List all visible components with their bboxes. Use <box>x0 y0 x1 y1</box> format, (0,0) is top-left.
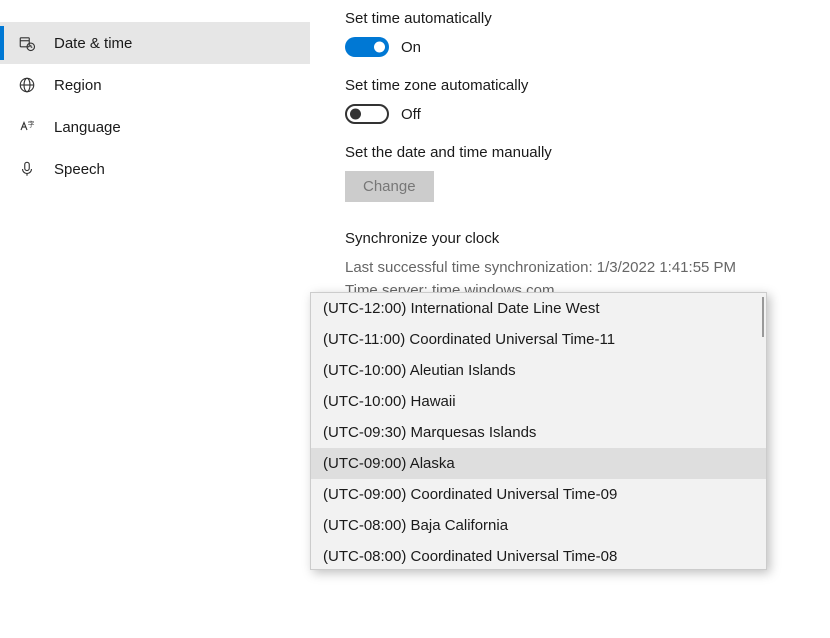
timezone-option[interactable]: (UTC-10:00) Hawaii <box>311 386 766 417</box>
timezone-option-selected[interactable]: (UTC-09:00) Alaska <box>311 448 766 479</box>
set-timezone-automatically-block: Set time zone automatically Off <box>345 77 790 124</box>
sidebar-item-label: Speech <box>54 161 105 178</box>
last-sync-text: Last successful time synchronization: 1/… <box>345 257 790 280</box>
timezone-dropdown[interactable]: (UTC-12:00) International Date Line West… <box>310 292 767 570</box>
sidebar-item-label: Date & time <box>54 35 132 52</box>
settings-sidebar: Date & time Region 字 Language <box>0 0 310 638</box>
set-time-auto-toggle-row: On <box>345 37 790 57</box>
toggle-knob <box>350 109 361 120</box>
toggle-knob <box>374 42 385 53</box>
timezone-option[interactable]: (UTC-08:00) Baja California <box>311 510 766 541</box>
sidebar-item-language[interactable]: 字 Language <box>0 106 310 148</box>
sidebar-item-region[interactable]: Region <box>0 64 310 106</box>
timezone-option[interactable]: (UTC-08:00) Coordinated Universal Time-0… <box>311 541 766 569</box>
manual-label: Set the date and time manually <box>345 144 790 161</box>
sidebar-item-label: Language <box>54 119 121 136</box>
sync-heading: Synchronize your clock <box>345 230 790 247</box>
sidebar-item-date-time[interactable]: Date & time <box>0 22 310 64</box>
set-tz-auto-label: Set time zone automatically <box>345 77 790 94</box>
sidebar-item-label: Region <box>54 77 102 94</box>
set-tz-auto-state: Off <box>401 106 421 123</box>
scrollbar-thumb[interactable] <box>762 297 764 337</box>
set-time-automatically-block: Set time automatically On <box>345 10 790 57</box>
set-time-auto-toggle[interactable] <box>345 37 389 57</box>
set-tz-auto-toggle[interactable] <box>345 104 389 124</box>
set-time-auto-label: Set time automatically <box>345 10 790 27</box>
sidebar-item-speech[interactable]: Speech <box>0 148 310 190</box>
timezone-option[interactable]: (UTC-10:00) Aleutian Islands <box>311 355 766 386</box>
globe-icon <box>18 76 36 94</box>
timezone-option[interactable]: (UTC-11:00) Coordinated Universal Time-1… <box>311 324 766 355</box>
manual-date-time-block: Set the date and time manually Change <box>345 144 790 202</box>
calendar-clock-icon <box>18 34 36 52</box>
timezone-option[interactable]: (UTC-12:00) International Date Line West <box>311 293 766 324</box>
set-time-auto-state: On <box>401 39 421 56</box>
set-tz-auto-toggle-row: Off <box>345 104 790 124</box>
main-content: Set time automatically On Set time zone … <box>310 0 830 638</box>
change-button: Change <box>345 171 434 202</box>
svg-text:字: 字 <box>28 119 35 128</box>
language-icon: 字 <box>18 118 36 136</box>
timezone-option[interactable]: (UTC-09:00) Coordinated Universal Time-0… <box>311 479 766 510</box>
timezone-option[interactable]: (UTC-09:30) Marquesas Islands <box>311 417 766 448</box>
microphone-icon <box>18 160 36 178</box>
